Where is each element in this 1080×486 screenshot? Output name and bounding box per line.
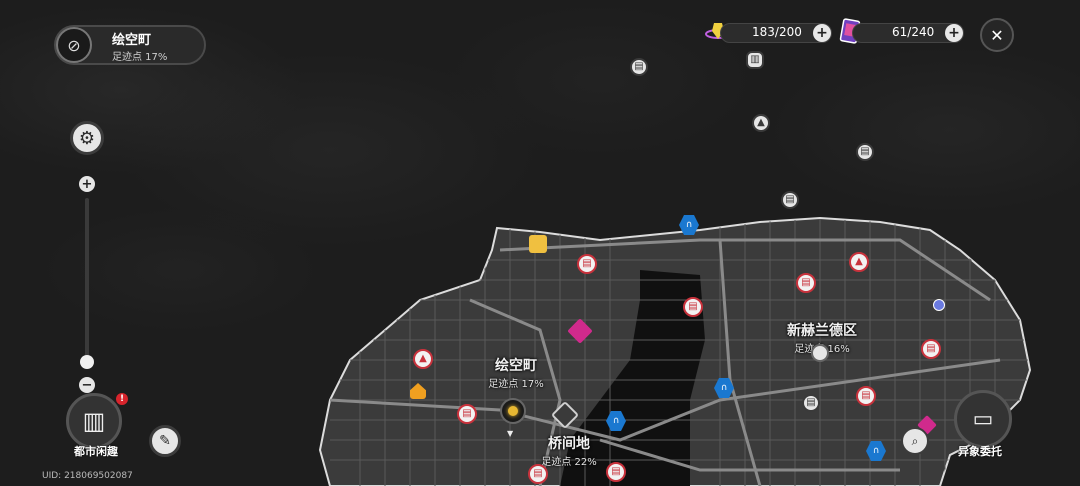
notification-badge: ! <box>116 393 128 405</box>
search-icon: ⌕ <box>911 433 919 448</box>
shop-marker-icon[interactable]: ▤ <box>921 339 941 359</box>
city-buildings-icon: ▥ <box>66 393 122 449</box>
shop-marker-icon[interactable]: ▤ <box>606 462 626 482</box>
npc-marker-icon[interactable] <box>811 344 829 362</box>
location-name: 绘空町 <box>112 33 152 48</box>
map-search-button[interactable]: ⌕ <box>901 427 929 455</box>
shop-marker-icon[interactable]: ▤ <box>856 143 874 161</box>
anomaly-commission-label: 异象委托 <box>958 445 1002 458</box>
add-energy-button[interactable]: + <box>813 24 831 42</box>
zoom-in-button[interactable]: + <box>79 176 95 192</box>
shop-marker-icon[interactable]: ▤ <box>577 254 597 274</box>
district-label-huikongting[interactable]: 绘空町 足迹点 17% <box>484 355 548 390</box>
gear-icon: ⚙ <box>78 127 96 149</box>
city-leisure-label: 都市闲趣 <box>74 445 118 458</box>
grave-marker-icon[interactable]: ▥ <box>746 51 764 69</box>
player-direction-icon: ▼ <box>507 429 514 438</box>
shop-marker-icon[interactable]: ▤ <box>457 404 477 424</box>
compass-icon[interactable]: ⊘ <box>56 27 92 63</box>
location-progress: 足迹点 17% <box>112 52 168 63</box>
district-label-qiaojiandi[interactable]: 桥间地 足迹点 22% <box>536 433 602 468</box>
misc-marker-icon[interactable] <box>933 299 945 311</box>
shop-marker-icon[interactable]: ▤ <box>802 394 820 412</box>
settings-button[interactable]: ⚙ <box>70 121 104 155</box>
tower-marker-icon[interactable]: ▲ <box>849 252 869 272</box>
shop-marker-icon[interactable]: ▤ <box>781 191 799 209</box>
district-name: 绘空町 <box>495 358 537 374</box>
energy-value: 183/200 <box>752 25 802 39</box>
shop-marker-icon[interactable]: ▤ <box>630 58 648 76</box>
district-progress: 足迹点 22% <box>541 457 597 468</box>
shop-marker-icon[interactable]: ▤ <box>683 297 703 317</box>
cards-value: 61/240 <box>892 25 935 39</box>
district-progress: 足迹点 17% <box>488 379 544 390</box>
district-name: 桥间地 <box>548 436 590 452</box>
player-location-marker[interactable] <box>500 398 526 424</box>
tower-marker-icon[interactable]: ▲ <box>752 114 770 132</box>
add-cards-button[interactable]: + <box>945 24 963 42</box>
special-item-icon[interactable] <box>529 235 547 253</box>
player-uid: UID: 218069502087 <box>42 471 133 481</box>
notes-icon: ✎ <box>159 433 171 449</box>
zoom-slider-handle[interactable] <box>80 355 94 369</box>
notes-button[interactable]: ✎ <box>149 425 181 457</box>
close-icon: ✕ <box>990 25 1004 45</box>
zoom-out-button[interactable]: − <box>79 377 95 393</box>
close-button[interactable]: ✕ <box>980 18 1014 52</box>
shop-marker-icon[interactable]: ▤ <box>528 464 548 484</box>
tower-marker-icon[interactable]: ▲ <box>413 349 433 369</box>
shop-marker-icon[interactable]: ▤ <box>796 273 816 293</box>
folder-icon: ▭ <box>954 390 1012 448</box>
shop-marker-icon[interactable]: ▤ <box>856 386 876 406</box>
district-name: 新赫兰德区 <box>787 323 857 339</box>
player-dot-icon <box>508 406 518 416</box>
zoom-slider-track[interactable] <box>85 198 89 358</box>
